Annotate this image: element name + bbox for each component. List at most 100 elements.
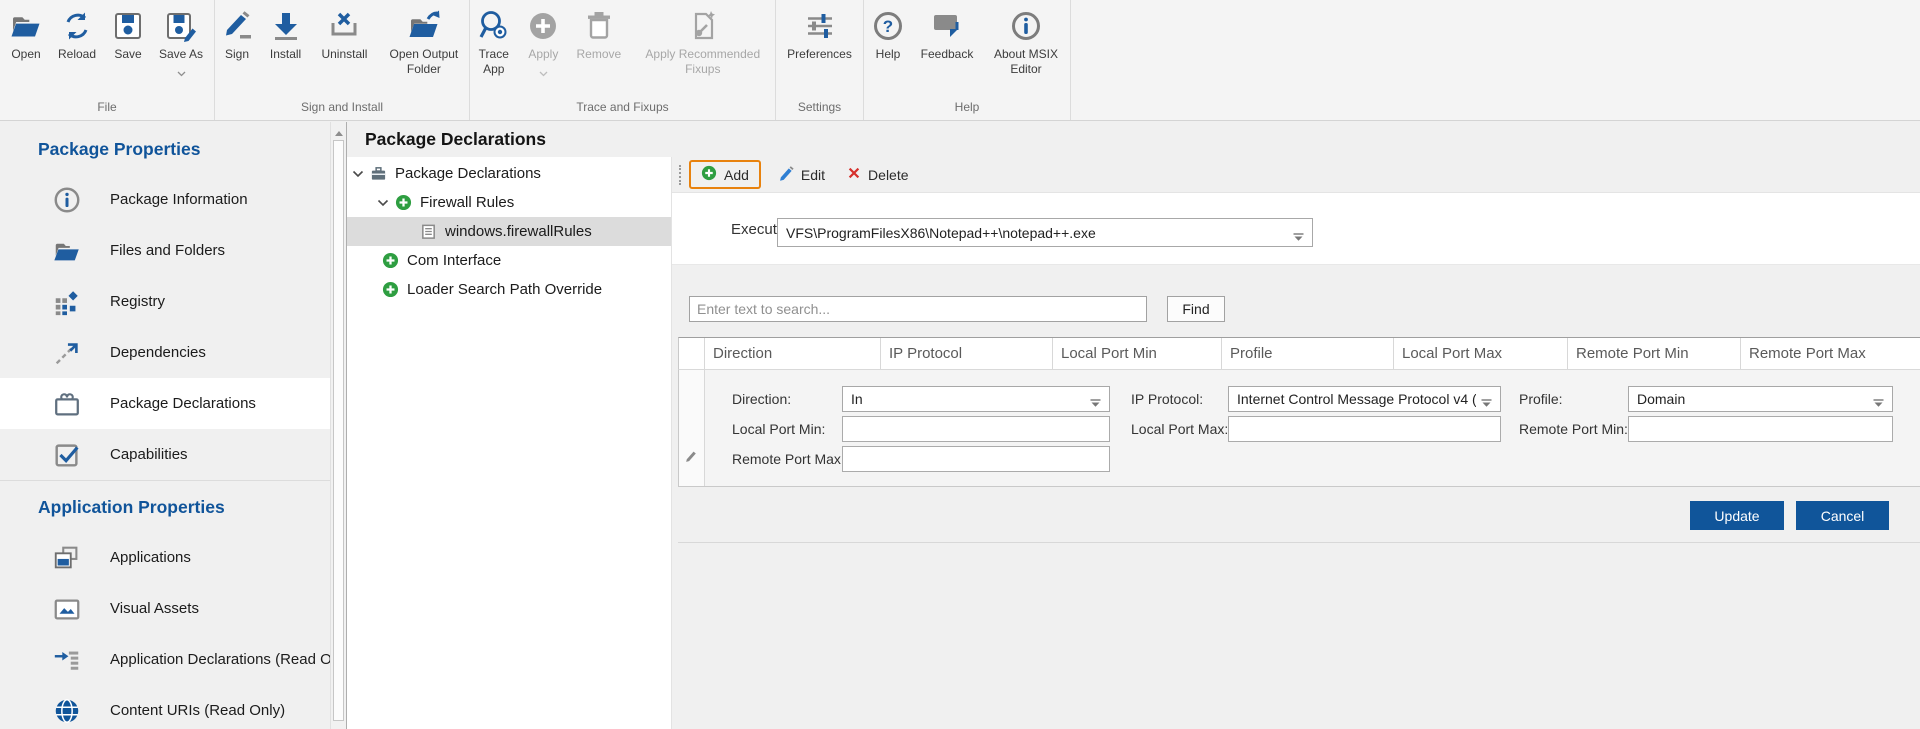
reload-button[interactable]: Reload bbox=[50, 7, 104, 64]
grid-header-local-port-max[interactable]: Local Port Max bbox=[1394, 338, 1568, 369]
chevron-expanded-icon[interactable] bbox=[377, 194, 389, 211]
grid-header-remote-port-min[interactable]: Remote Port Min bbox=[1568, 338, 1741, 369]
sidebar-item-capabilities[interactable]: Capabilities bbox=[0, 429, 330, 480]
tree-item-windows-firewallrules[interactable]: windows.firewallRules bbox=[347, 217, 671, 246]
firewall-rules-editor: Add Edit Delete Executable VFS\ProgramFi… bbox=[672, 157, 1920, 729]
add-button-label: Add bbox=[724, 167, 749, 183]
sidebar-item-package-declarations[interactable]: Package Declarations bbox=[0, 378, 330, 429]
rules-grid-section: Find Direction IP Protocol Local Port Mi… bbox=[672, 265, 1920, 729]
uninstall-button[interactable]: Uninstall bbox=[312, 7, 377, 64]
combo-dropdown-icon[interactable] bbox=[1293, 229, 1304, 245]
chevron-expanded-icon[interactable] bbox=[352, 165, 364, 182]
update-button[interactable]: Update bbox=[1690, 501, 1784, 530]
sidebar-item-registry[interactable]: Registry bbox=[0, 276, 330, 327]
remove-button[interactable]: Remove bbox=[569, 7, 628, 64]
about-msix-editor-button[interactable]: About MSIX Editor bbox=[984, 7, 1068, 79]
sidebar-item-files-and-folders[interactable]: Files and Folders bbox=[0, 225, 330, 276]
applications-icon bbox=[52, 543, 82, 573]
tree-item-loader-search-path-override[interactable]: Loader Search Path Override bbox=[347, 275, 671, 304]
remote-port-max-input[interactable] bbox=[842, 446, 1110, 472]
executable-combobox[interactable]: VFS\ProgramFilesX86\Notepad++\notepad++.… bbox=[777, 218, 1313, 247]
profile-label: Profile: bbox=[1519, 391, 1563, 407]
delete-button[interactable]: Delete bbox=[838, 162, 917, 187]
toolbar-grip-handle[interactable] bbox=[679, 165, 681, 185]
sidebar-item-label: Capabilities bbox=[110, 446, 188, 463]
install-button[interactable]: Install bbox=[261, 7, 310, 64]
sidebar-item-applications[interactable]: Applications bbox=[0, 532, 330, 583]
search-input[interactable] bbox=[689, 296, 1147, 322]
save-button[interactable]: Save bbox=[106, 7, 150, 64]
find-button[interactable]: Find bbox=[1167, 296, 1225, 322]
edit-row-pencil-icon bbox=[684, 448, 699, 468]
apply-button[interactable]: Apply bbox=[520, 7, 568, 84]
local-port-min-label: Local Port Min: bbox=[732, 421, 825, 437]
grid-header-remote-port-max[interactable]: Remote Port Max bbox=[1741, 338, 1920, 369]
save-as-button[interactable]: Save As bbox=[152, 7, 210, 84]
trace-app-button[interactable]: Trace App bbox=[470, 7, 518, 79]
preferences-button[interactable]: Preferences bbox=[779, 7, 861, 64]
ribbon: Open Reload Save Save As File bbox=[0, 0, 1920, 121]
button-label: Install bbox=[270, 47, 301, 62]
page-title-bar: Package Declarations bbox=[347, 122, 1920, 157]
grid-header-direction[interactable]: Direction bbox=[705, 338, 881, 369]
profile-value: Domain bbox=[1637, 391, 1685, 407]
ribbon-group-file: Open Reload Save Save As File bbox=[0, 0, 215, 120]
ribbon-group-label: File bbox=[0, 97, 214, 120]
combo-dropdown-icon[interactable] bbox=[1481, 395, 1492, 411]
section-heading-package-properties: Package Properties bbox=[38, 133, 330, 165]
open-output-folder-button[interactable]: Open Output Folder bbox=[379, 7, 469, 79]
local-port-min-input[interactable] bbox=[842, 416, 1110, 442]
sidebar-item-package-information[interactable]: Package Information bbox=[0, 174, 330, 225]
scrollbar-thumb[interactable] bbox=[333, 140, 344, 721]
sidebar-item-label: Applications bbox=[110, 549, 191, 566]
apply-recommended-fixups-button[interactable]: Apply Recommended Fixups bbox=[631, 7, 775, 79]
edit-button[interactable]: Edit bbox=[769, 161, 834, 188]
sidebar-item-label: Package Declarations bbox=[110, 395, 256, 412]
tree-item-com-interface[interactable]: Com Interface bbox=[347, 246, 671, 275]
sign-button[interactable]: Sign bbox=[215, 7, 259, 64]
tree-item-label: Firewall Rules bbox=[420, 194, 514, 211]
help-button[interactable]: ? Help bbox=[866, 7, 910, 64]
cancel-button[interactable]: Cancel bbox=[1796, 501, 1889, 530]
ip-protocol-combobox[interactable]: Internet Control Message Protocol v4 (I.… bbox=[1228, 386, 1501, 412]
grid-header-local-port-min[interactable]: Local Port Min bbox=[1053, 338, 1222, 369]
green-plus-icon bbox=[701, 165, 717, 184]
find-button-label: Find bbox=[1182, 301, 1209, 317]
grid-header-profile[interactable]: Profile bbox=[1222, 338, 1394, 369]
sidebar-item-label: Registry bbox=[110, 293, 165, 310]
direction-combobox[interactable]: In bbox=[842, 386, 1110, 412]
navigation-sidebar: Package Properties Package Information F… bbox=[0, 122, 330, 729]
sidebar-item-visual-assets[interactable]: Visual Assets bbox=[0, 583, 330, 634]
dependencies-icon bbox=[52, 338, 82, 368]
grid-header-indicator-column bbox=[679, 338, 705, 369]
ribbon-group-label: Sign and Install bbox=[215, 97, 469, 120]
add-button[interactable]: Add bbox=[689, 160, 761, 189]
sidebar-scrollbar[interactable] bbox=[330, 122, 346, 729]
profile-combobox[interactable]: Domain bbox=[1628, 386, 1893, 412]
ribbon-group-label: Settings bbox=[776, 97, 863, 120]
tree-item-firewall-rules[interactable]: Firewall Rules bbox=[347, 188, 671, 217]
open-button[interactable]: Open bbox=[4, 7, 48, 64]
open-folder-icon bbox=[9, 9, 43, 43]
combo-dropdown-icon[interactable] bbox=[1873, 395, 1884, 411]
feedback-button[interactable]: Feedback bbox=[912, 7, 982, 64]
sidebar-item-application-declarations[interactable]: Application Declarations (Read Only) bbox=[0, 634, 330, 685]
edit-button-label: Edit bbox=[801, 167, 825, 183]
direction-value: In bbox=[851, 391, 863, 407]
row-indicator-column bbox=[679, 370, 705, 486]
grid-header-ip-protocol[interactable]: IP Protocol bbox=[881, 338, 1053, 369]
green-plus-icon bbox=[382, 281, 399, 298]
local-port-max-input[interactable] bbox=[1228, 416, 1501, 442]
ip-protocol-value: Internet Control Message Protocol v4 (I.… bbox=[1237, 391, 1476, 407]
tree-item-label: Com Interface bbox=[407, 252, 501, 269]
sidebar-item-label: Package Information bbox=[110, 191, 248, 208]
ip-protocol-label: IP Protocol: bbox=[1131, 391, 1203, 407]
sidebar-item-content-uris[interactable]: Content URIs (Read Only) bbox=[0, 685, 330, 729]
combo-dropdown-icon[interactable] bbox=[1090, 395, 1101, 411]
sidebar-divider bbox=[0, 480, 330, 481]
tree-item-package-declarations[interactable]: Package Declarations bbox=[347, 159, 671, 188]
button-label: Trace App bbox=[475, 47, 513, 77]
info-circle-icon bbox=[52, 185, 82, 215]
remote-port-min-input[interactable] bbox=[1628, 416, 1893, 442]
sidebar-item-dependencies[interactable]: Dependencies bbox=[0, 327, 330, 378]
